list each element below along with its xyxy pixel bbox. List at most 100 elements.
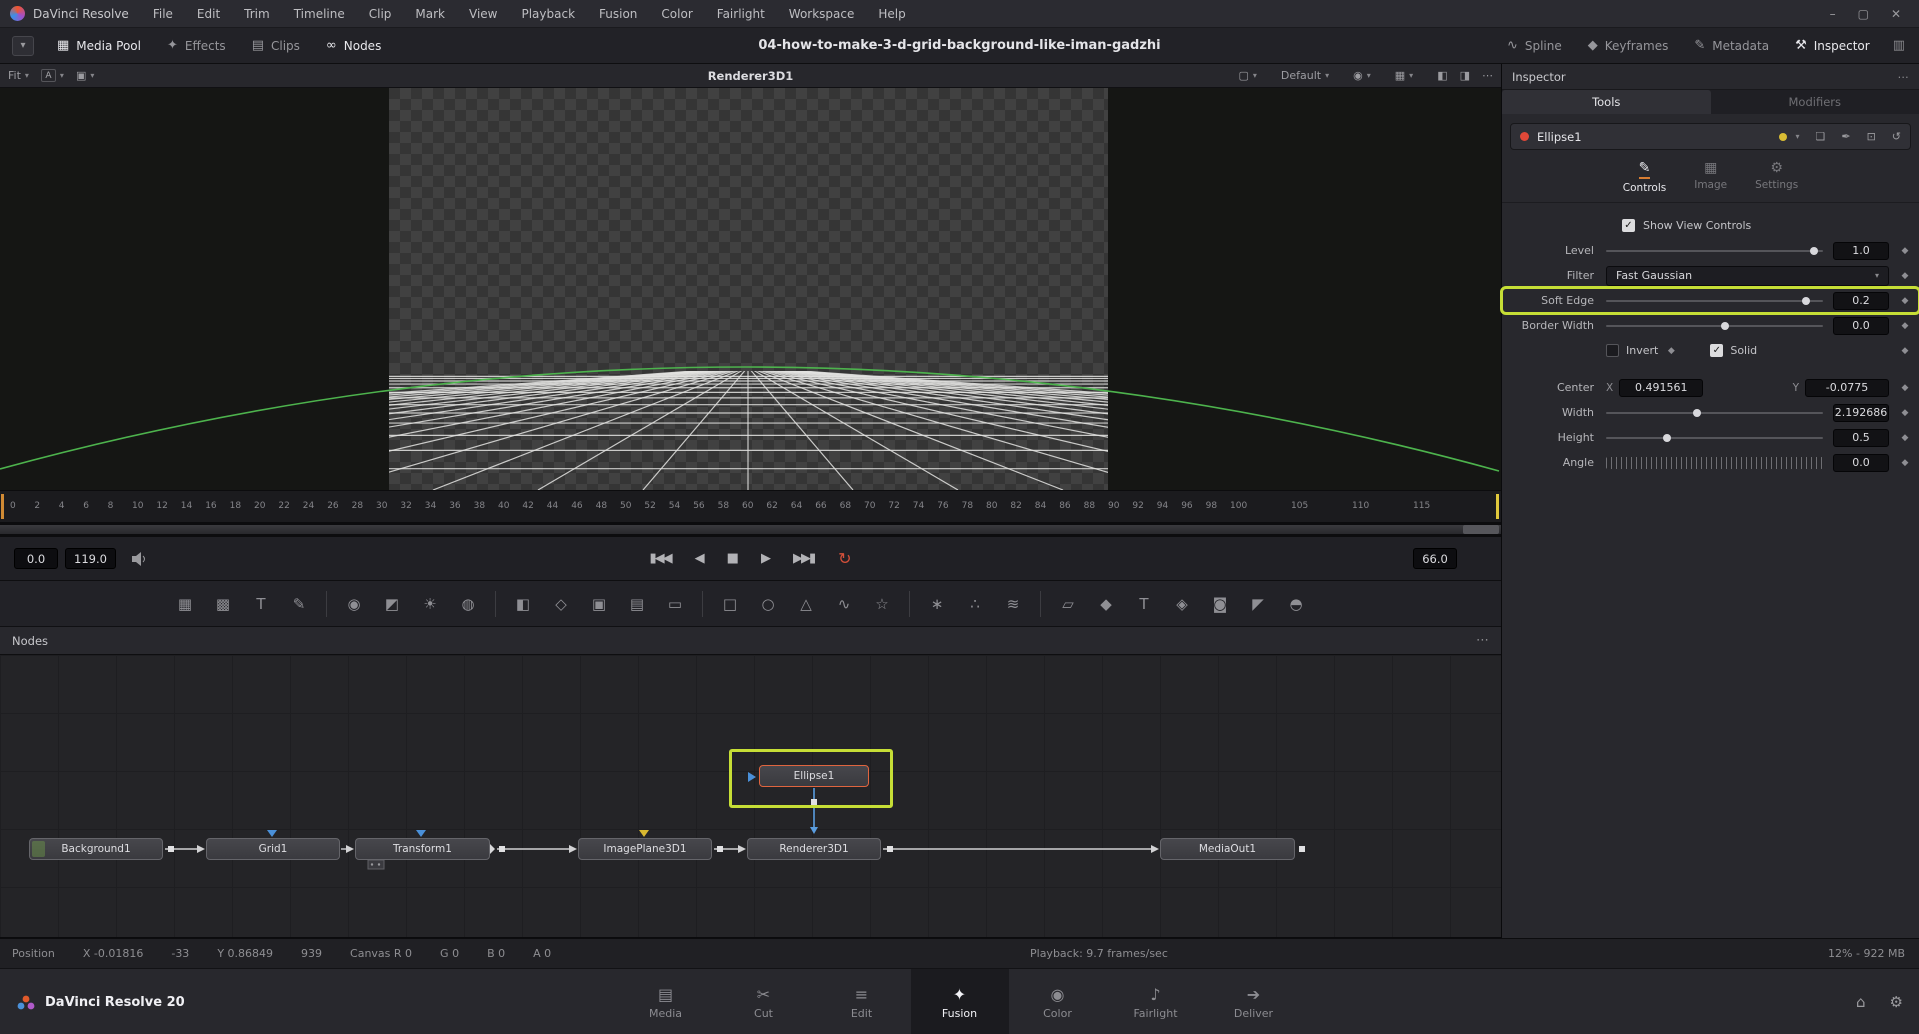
window-maximize-button[interactable]: ▢ — [1858, 7, 1869, 21]
go-to-end-button[interactable]: ▶▶▮ — [793, 551, 814, 566]
nodes-options-icon[interactable]: ⋯ — [1476, 633, 1489, 648]
border-width-slider[interactable] — [1606, 319, 1823, 333]
renderer-3d-tool-icon[interactable]: ◓ — [1281, 589, 1311, 619]
height-slider[interactable] — [1606, 431, 1823, 445]
level-keyframe-icon[interactable]: ◆ — [1899, 246, 1911, 256]
merge-3d-tool-icon[interactable]: ◈ — [1167, 589, 1197, 619]
show-view-controls-checkbox[interactable]: ✓ — [1622, 219, 1635, 232]
tab-modifiers[interactable]: Modifiers — [1711, 90, 1919, 114]
level-slider[interactable] — [1606, 244, 1823, 258]
window-minimize-button[interactable]: – — [1830, 7, 1836, 21]
paint-tool-icon[interactable]: ✎ — [284, 589, 314, 619]
border-width-value-field[interactable]: 0.0 — [1833, 317, 1889, 335]
inspector-button[interactable]: ⚒Inspector — [1782, 28, 1883, 64]
width-slider[interactable] — [1606, 406, 1823, 420]
menu-view[interactable]: View — [459, 4, 507, 24]
width-keyframe-icon[interactable]: ◆ — [1899, 408, 1911, 418]
current-frame-field[interactable]: 66.0 — [1413, 548, 1457, 569]
menu-fusion[interactable]: Fusion — [589, 4, 647, 24]
bspline-mask-tool-icon[interactable]: ∿ — [829, 589, 859, 619]
go-to-start-button[interactable]: ▮◀◀ — [649, 551, 670, 566]
page-tab-deliver[interactable]: ➔Deliver — [1205, 969, 1303, 1034]
subtab-controls[interactable]: ✎ Controls — [1623, 160, 1666, 194]
transform-tool-icon[interactable]: ◇ — [546, 589, 576, 619]
timeline-ruler[interactable]: 0246810121416182022242628303234363840424… — [0, 490, 1501, 522]
menu-timeline[interactable]: Timeline — [284, 4, 355, 24]
media-pool-button[interactable]: ▦Media Pool — [44, 28, 154, 64]
effects-button[interactable]: ✦Effects — [154, 28, 239, 64]
soft-edge-slider[interactable] — [1606, 294, 1823, 308]
node-reset-icon[interactable]: ↺ — [1892, 130, 1901, 143]
tab-tools[interactable]: Tools — [1502, 90, 1711, 114]
gamut-dropdown[interactable]: ◉ ▾ — [1353, 69, 1371, 82]
inspector-node-header[interactable]: Ellipse1 ▾ ❏ ✒ ⊡ ↺ — [1510, 123, 1911, 150]
image-plane-3d-tool-icon[interactable]: ▱ — [1053, 589, 1083, 619]
viewer-canvas[interactable] — [0, 88, 1501, 490]
polygon-mask-tool-icon[interactable]: △ — [791, 589, 821, 619]
play-forward-button[interactable]: ▶ — [761, 551, 769, 566]
ellipse-mask-tool-icon[interactable]: ○ — [753, 589, 783, 619]
width-value-field[interactable]: 2.192686 — [1833, 404, 1889, 422]
menu-workspace[interactable]: Workspace — [779, 4, 865, 24]
viewer-options-icon[interactable]: ⋯ — [1482, 69, 1493, 82]
inspector-options-icon[interactable]: ⋯ — [1898, 70, 1910, 84]
timeline-scrollbar[interactable] — [0, 522, 1501, 537]
dual-viewer-icon[interactable]: ◨ — [1460, 69, 1470, 82]
node-enable-dot[interactable] — [1520, 132, 1529, 141]
viewer-gain-gamma-dropdown[interactable]: A ▾ — [41, 69, 64, 82]
page-tab-color[interactable]: ◉Color — [1009, 969, 1107, 1034]
height-value-field[interactable]: 0.5 — [1833, 429, 1889, 447]
lut-dropdown[interactable]: Default ▾ — [1281, 69, 1329, 82]
filter-dropdown[interactable]: Fast Gaussian ▾ — [1606, 266, 1889, 286]
rectangle-mask-tool-icon[interactable]: □ — [715, 589, 745, 619]
menu-playback[interactable]: Playback — [511, 4, 585, 24]
page-tab-edit[interactable]: ≡Edit — [813, 969, 911, 1034]
star-mask-tool-icon[interactable]: ☆ — [867, 589, 897, 619]
node-graph[interactable]: Background1 Grid1 Transform1 ImagePlane3… — [0, 655, 1501, 938]
solid-keyframe-icon[interactable]: ◆ — [1899, 346, 1911, 356]
node-pin-icon[interactable]: ✒ — [1841, 130, 1850, 143]
spot-light-3d-tool-icon[interactable]: ◤ — [1243, 589, 1273, 619]
keyframes-button[interactable]: ◆Keyframes — [1575, 28, 1682, 64]
menu-file[interactable]: File — [143, 4, 183, 24]
level-value-field[interactable]: 1.0 — [1833, 242, 1889, 260]
invert-keyframe-icon[interactable]: ◆ — [1665, 346, 1677, 356]
range-end-field[interactable]: 119.0 — [65, 548, 116, 569]
center-y-field[interactable]: -0.0775 — [1805, 379, 1889, 397]
angle-value-field[interactable]: 0.0 — [1833, 454, 1889, 472]
crop-tool-icon[interactable]: ▤ — [622, 589, 652, 619]
panel-layout-icon[interactable]: ▥ — [1893, 38, 1905, 53]
metadata-button[interactable]: ✎Metadata — [1681, 28, 1782, 64]
center-x-field[interactable]: 0.491561 — [1619, 379, 1703, 397]
height-keyframe-icon[interactable]: ◆ — [1899, 433, 1911, 443]
page-tab-media[interactable]: ▤Media — [617, 969, 715, 1034]
single-viewer-icon[interactable]: ◧ — [1437, 69, 1447, 82]
menu-edit[interactable]: Edit — [187, 4, 230, 24]
menu-trim[interactable]: Trim — [234, 4, 280, 24]
menu-clip[interactable]: Clip — [359, 4, 402, 24]
window-close-button[interactable]: ✕ — [1891, 7, 1901, 21]
subtab-image[interactable]: ▦ Image — [1694, 160, 1727, 194]
stop-button[interactable]: ■ — [727, 551, 737, 566]
subtab-settings[interactable]: ⚙ Settings — [1755, 160, 1798, 194]
channel-select-dropdown[interactable]: ▢ ▾ — [1239, 69, 1257, 82]
color-curves-tool-icon[interactable]: ◩ — [377, 589, 407, 619]
angle-keyframe-icon[interactable]: ◆ — [1899, 458, 1911, 468]
brightness-contrast-tool-icon[interactable]: ☀ — [415, 589, 445, 619]
node-lock-icon[interactable]: ⊡ — [1867, 130, 1876, 143]
node-ellipse1[interactable]: Ellipse1 — [759, 765, 869, 787]
color-corrector-tool-icon[interactable]: ◉ — [339, 589, 369, 619]
letterbox-tool-icon[interactable]: ▭ — [660, 589, 690, 619]
project-manager-home-icon[interactable]: ⌂ — [1856, 993, 1866, 1011]
range-start-field[interactable]: 0.0 — [14, 548, 58, 569]
blur-tool-icon[interactable]: ◍ — [453, 589, 483, 619]
merge-tool-icon[interactable]: ◧ — [508, 589, 538, 619]
center-keyframe-icon[interactable]: ◆ — [1899, 383, 1911, 393]
page-panel-toggle-button[interactable]: ▾ — [12, 36, 34, 56]
chevron-down-icon[interactable]: ▾ — [1795, 132, 1799, 141]
menu-help[interactable]: Help — [868, 4, 915, 24]
menu-mark[interactable]: Mark — [405, 4, 455, 24]
particle-render-tool-icon[interactable]: ∴ — [960, 589, 990, 619]
nodes-button[interactable]: ∞Nodes — [313, 28, 394, 64]
play-reverse-button[interactable]: ◀ — [695, 551, 703, 566]
